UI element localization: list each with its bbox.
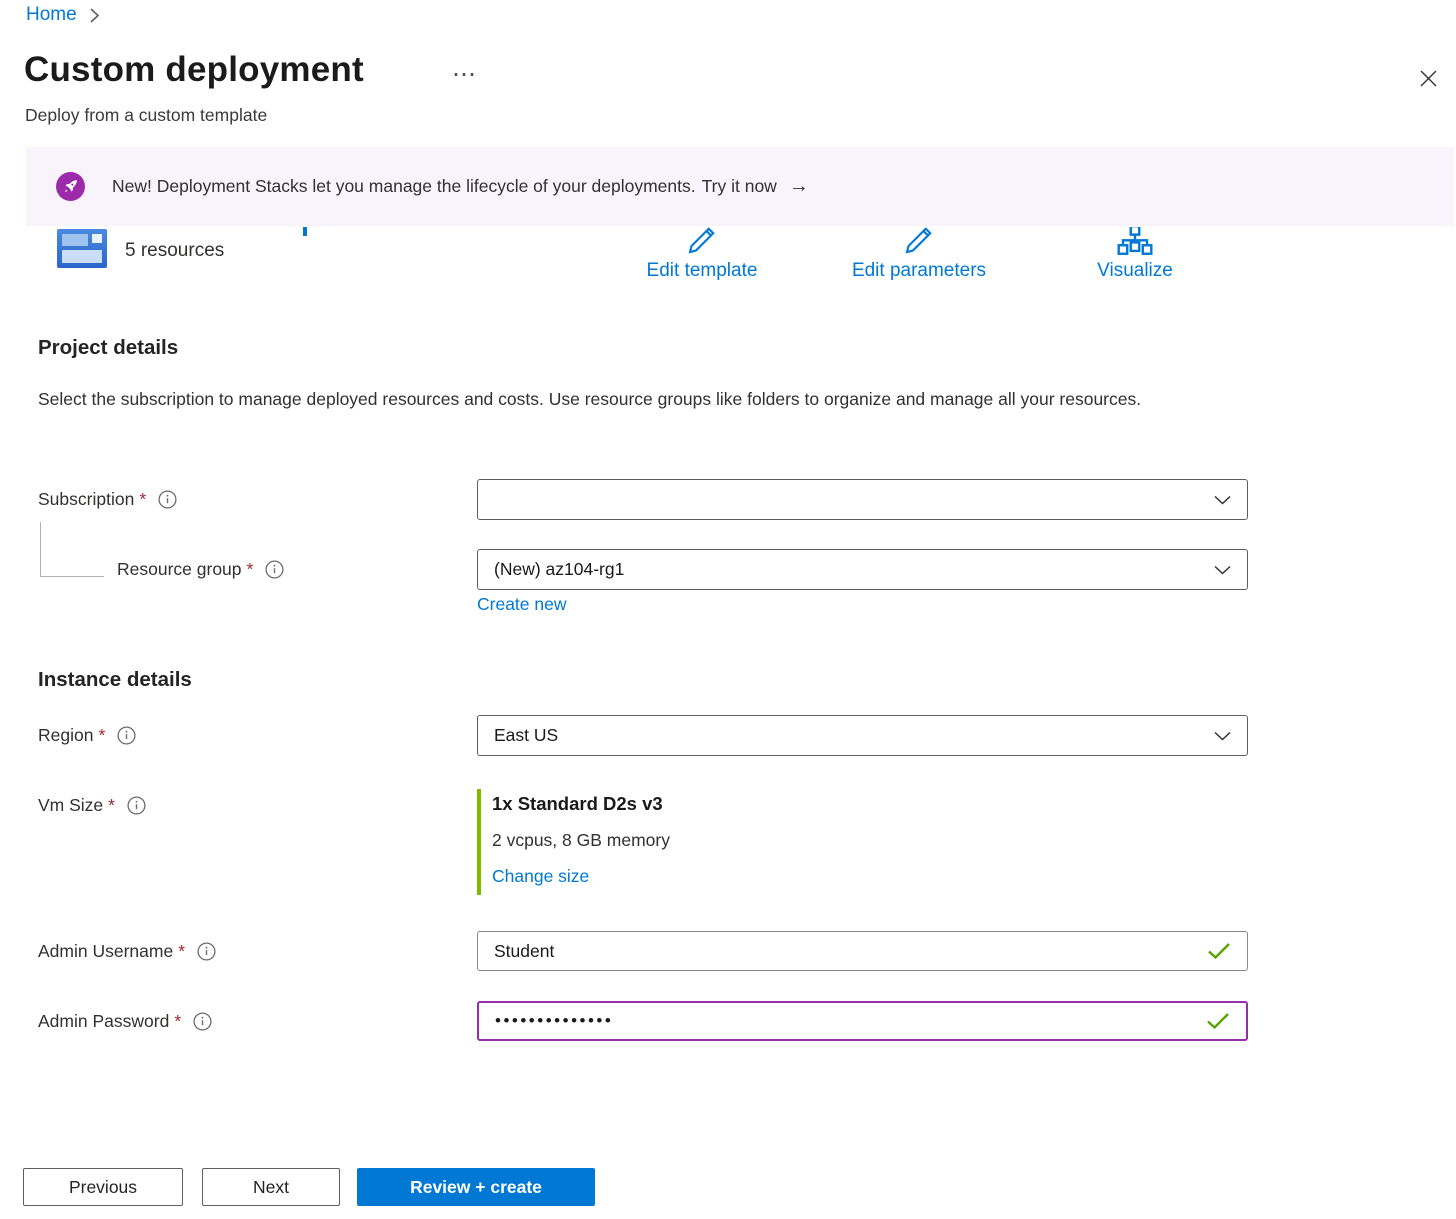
close-icon[interactable] [1410,60,1446,96]
subscription-label: Subscription * [38,489,177,510]
required-asterisk: * [174,1011,181,1032]
chevron-down-icon[interactable] [1214,495,1231,505]
subscription-dropdown[interactable] [477,479,1248,520]
admin-password-value: •••••••••••••• [495,1011,613,1031]
resources-count-label: 5 resources [125,240,224,262]
rocket-icon [56,172,85,201]
next-button[interactable]: Next [202,1168,340,1206]
required-asterisk: * [108,795,115,816]
required-asterisk: * [178,941,185,962]
label-text: Subscription [38,489,134,510]
change-size-link[interactable]: Change size [492,866,589,887]
required-asterisk: * [247,559,254,580]
clipped-element-fragment [303,227,307,236]
required-asterisk: * [98,725,105,746]
label-text: Admin Username [38,941,173,962]
region-value: East US [494,725,558,746]
info-icon[interactable] [265,560,284,579]
create-new-link[interactable]: Create new [477,594,567,615]
edit-parameters-button[interactable]: Edit parameters [819,227,1019,282]
banner-message: New! Deployment Stacks let you manage th… [112,176,696,197]
project-details-description: Select the subscription to manage deploy… [38,384,1188,415]
label-text: Resource group [117,559,242,580]
pencil-icon [819,227,1019,258]
admin-username-value: Student [494,941,554,962]
resource-group-dropdown[interactable]: (New) az104-rg1 [477,549,1248,590]
vm-size-specs: 2 vcpus, 8 GB memory [492,830,670,851]
vm-size-accent-bar [477,789,481,895]
instance-details-heading: Instance details [38,668,192,692]
chevron-down-icon[interactable] [1214,731,1231,741]
region-dropdown[interactable]: East US [477,715,1248,756]
review-create-button[interactable]: Review + create [357,1168,595,1206]
template-resources-icon [57,229,107,268]
valid-check-icon [1207,942,1231,960]
resource-group-label: Resource group * [117,559,284,580]
more-options-icon[interactable]: ⋯ [452,60,478,89]
action-label: Edit template [602,260,802,282]
action-label: Edit parameters [819,260,1019,282]
visualize-button[interactable]: Visualize [1035,227,1235,282]
info-icon[interactable] [158,490,177,509]
required-asterisk: * [139,489,146,510]
deployment-stacks-banner: New! Deployment Stacks let you manage th… [26,147,1454,226]
label-text: Vm Size [38,795,103,816]
chevron-down-icon[interactable] [1214,565,1231,575]
arrow-right-icon[interactable]: → [789,175,809,198]
admin-username-input[interactable]: Student [477,931,1248,971]
breadcrumb-home-link[interactable]: Home [26,4,77,26]
info-icon[interactable] [127,796,146,815]
admin-username-label: Admin Username * [38,941,216,962]
label-text: Region [38,725,93,746]
vm-size-selection: 1x Standard D2s v3 [492,793,663,815]
indent-connector-line [40,522,104,577]
region-label: Region * [38,725,136,746]
resource-group-value: (New) az104-rg1 [494,559,624,580]
page-title: Custom deployment [24,50,364,90]
vm-size-label: Vm Size * [38,795,146,816]
admin-password-input[interactable]: •••••••••••••• [477,1001,1248,1041]
info-icon[interactable] [117,726,136,745]
previous-button[interactable]: Previous [23,1168,183,1206]
hierarchy-icon [1035,227,1235,258]
custom-deployment-page: Home Custom deployment ⋯ Deploy from a c… [0,0,1456,1219]
pencil-icon [602,227,802,258]
breadcrumb: Home [26,4,100,26]
admin-password-label: Admin Password * [38,1011,212,1032]
valid-check-icon [1206,1012,1230,1030]
page-subtitle: Deploy from a custom template [25,105,267,126]
edit-template-button[interactable]: Edit template [602,227,802,282]
info-icon[interactable] [193,1012,212,1031]
banner-try-it-now-link[interactable]: Try it now [702,176,777,197]
action-label: Visualize [1035,260,1235,282]
chevron-right-icon [89,7,100,24]
project-details-heading: Project details [38,336,178,360]
info-icon[interactable] [197,942,216,961]
label-text: Admin Password [38,1011,169,1032]
